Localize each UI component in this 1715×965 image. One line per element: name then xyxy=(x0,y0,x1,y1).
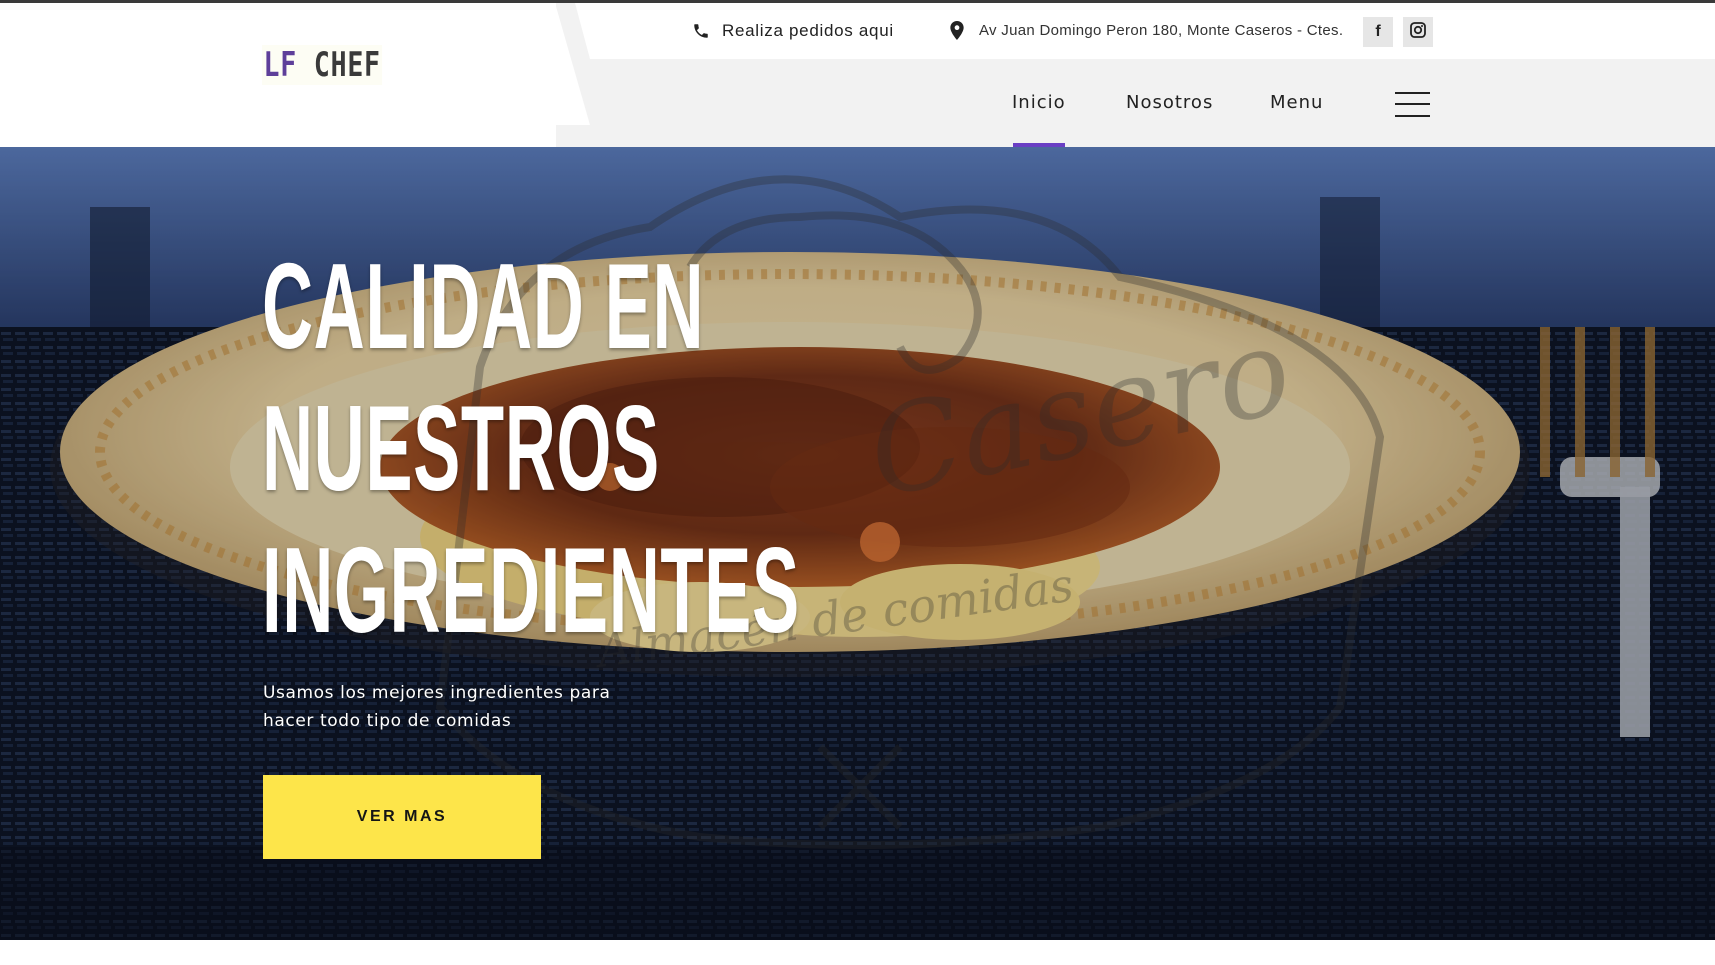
order-phone-text: Realiza pedidos aqui xyxy=(722,21,894,40)
hero-food-image: Casero Almacén de comidas xyxy=(0,147,1715,940)
facebook-icon: f xyxy=(1375,23,1381,40)
address-info: Av Juan Domingo Peron 180, Monte Caseros… xyxy=(950,21,1343,40)
hero-title-line: INGREDIENTES xyxy=(262,522,800,658)
instagram-button[interactable] xyxy=(1403,17,1433,47)
hero-title-line: CALIDAD EN xyxy=(262,238,705,374)
nav-item-nosotros[interactable]: Nosotros xyxy=(1126,92,1213,113)
facebook-button[interactable]: f xyxy=(1363,17,1393,47)
address-text: Av Juan Domingo Peron 180, Monte Caseros… xyxy=(979,22,1344,39)
hero-title: CALIDAD EN NUESTROS INGREDIENTES xyxy=(262,235,800,661)
order-phone-link[interactable]: Realiza pedidos aqui xyxy=(692,21,894,41)
hero-subtitle-line: Usamos los mejores ingredientes para xyxy=(263,683,611,703)
hero-subtitle-line: hacer todo tipo de comidas xyxy=(263,711,512,731)
hero-section: Casero Almacén de comidas CALIDAD EN NUE… xyxy=(0,147,1715,940)
nav-item-inicio[interactable]: Inicio xyxy=(1012,92,1066,113)
site-logo[interactable]: LF CHEF xyxy=(262,45,383,85)
phone-icon xyxy=(692,22,710,40)
hamburger-menu-icon[interactable] xyxy=(1395,92,1430,118)
instagram-icon xyxy=(1410,22,1426,42)
logo-suffix: CHEF xyxy=(313,45,381,85)
nav-item-menu[interactable]: Menu xyxy=(1270,92,1323,113)
hero-title-line: NUESTROS xyxy=(262,380,660,516)
site-header: LF CHEF Realiza pedidos aqui Av Juan Dom… xyxy=(0,3,1715,147)
map-pin-icon xyxy=(950,21,964,40)
ver-mas-button[interactable]: VER MAS xyxy=(263,775,541,859)
hero-subtitle: Usamos los mejores ingredientes para hac… xyxy=(263,679,643,735)
page-bottom xyxy=(0,940,1715,965)
logo-prefix: LF xyxy=(263,45,298,85)
